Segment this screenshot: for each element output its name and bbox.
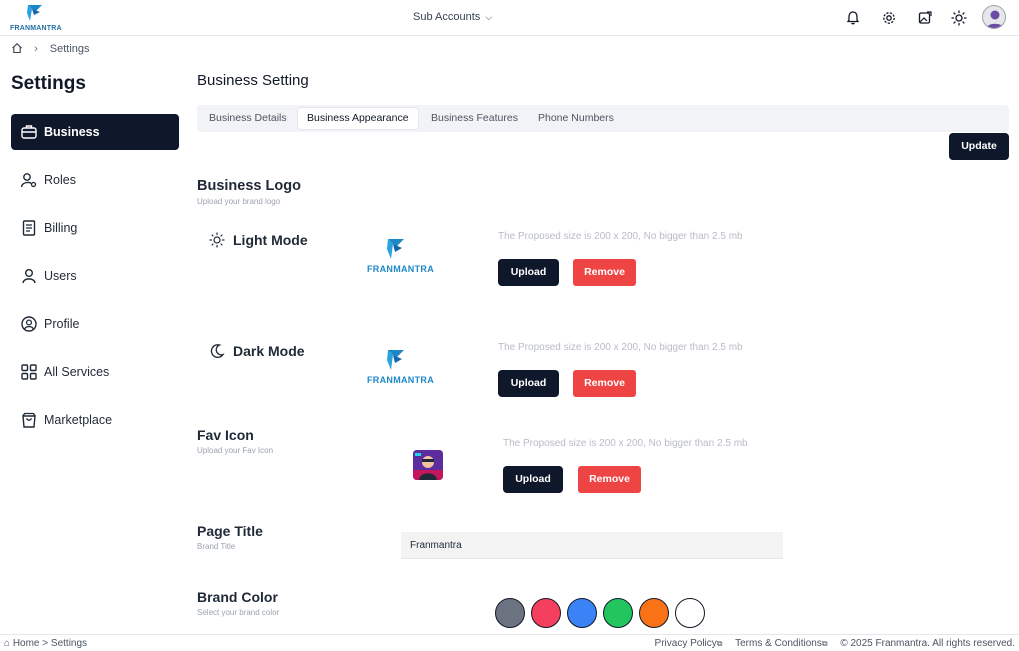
footer: ⌂ Home > Settings Privacy Policy⧉ Terms … [0, 634, 1019, 651]
page-title-subtitle: Brand Title [197, 542, 236, 551]
footer-links: Privacy Policy⧉ Terms & Conditions⧉ © 20… [655, 638, 1015, 649]
sidebar-item-users[interactable]: Users [11, 258, 179, 294]
external-link-icon: ⧉ [716, 639, 723, 648]
fav-avatar-icon [413, 450, 443, 480]
light-logo-upload-button[interactable]: Upload [498, 259, 559, 286]
chevron-down-icon: ⌵ [485, 12, 493, 22]
user-gear-icon [20, 173, 37, 188]
fav-icon-remove-button[interactable]: Remove [578, 466, 641, 493]
light-logo-remove-button[interactable]: Remove [573, 259, 636, 286]
moon-icon [210, 344, 225, 358]
gear-icon[interactable] [881, 10, 897, 26]
sidebar-item-label: Business [44, 125, 100, 139]
fav-icon-hint: The Proposed size is 200 x 200, No bigge… [503, 438, 748, 449]
tab-business-appearance[interactable]: Business Appearance [298, 108, 418, 129]
sidebar-item-label: Profile [44, 317, 80, 331]
color-swatch-gray[interactable] [495, 598, 525, 628]
sidebar-item-label: All Services [44, 365, 110, 379]
sidebar-title: Settings [11, 73, 86, 94]
fav-icon-subtitle: Upload your Fav Icon [197, 446, 274, 455]
tab-phone-numbers[interactable]: Phone Numbers [529, 108, 623, 129]
footer-current: Settings [50, 638, 88, 649]
breadcrumb: › Settings [11, 42, 90, 55]
sidebar-item-label: Roles [44, 173, 76, 187]
dark-logo-hint: The Proposed size is 200 x 200, No bigge… [498, 342, 743, 353]
sub-accounts-label: Sub Accounts [413, 11, 481, 23]
business-logo-subtitle: Upload your brand logo [197, 197, 281, 206]
light-mode-label: Light Mode [233, 232, 308, 248]
sun-icon [209, 232, 225, 248]
footer-breadcrumb: ⌂ Home > Settings [4, 638, 87, 649]
home-icon[interactable] [11, 42, 23, 54]
briefcase-icon [21, 125, 37, 139]
brand-color-subtitle: Select your brand color [197, 608, 280, 617]
image-edit-icon[interactable] [917, 10, 933, 26]
privacy-policy-link[interactable]: Privacy Policy⧉ [655, 638, 723, 649]
dark-mode-logo-preview: FRANMANTRA [367, 348, 437, 388]
top-bar: FRANMANTRA Sub Accounts ⌵ [0, 0, 1019, 36]
avatar[interactable] [982, 5, 1006, 29]
sub-accounts-dropdown[interactable]: Sub Accounts ⌵ [413, 11, 492, 23]
footer-home-link[interactable]: ⌂ Home [4, 638, 40, 649]
copyright-text: © 2025 Franmantra. All rights reserved. [840, 638, 1015, 649]
brand-color-title: Brand Color [197, 589, 278, 605]
dark-mode-label: Dark Mode [233, 343, 305, 359]
sun-icon[interactable] [951, 10, 967, 26]
page-title-heading: Page Title [197, 523, 263, 539]
tab-business-details[interactable]: Business Details [200, 108, 296, 129]
sidebar-item-profile[interactable]: Profile [11, 306, 179, 342]
light-logo-hint: The Proposed size is 200 x 200, No bigge… [498, 231, 743, 242]
user-avatar-icon [986, 10, 1004, 28]
dark-logo-remove-button[interactable]: Remove [573, 370, 636, 397]
bell-icon[interactable] [845, 10, 861, 26]
sidebar-item-business[interactable]: Business [11, 114, 179, 150]
fav-icon-title: Fav Icon [197, 427, 254, 443]
color-swatch-white[interactable] [675, 598, 705, 628]
sidebar-item-billing[interactable]: Billing [11, 210, 179, 246]
receipt-icon [22, 220, 36, 236]
page-title-input[interactable] [401, 532, 783, 559]
logo-preview-text: FRANMANTRA [367, 375, 434, 385]
sidebar-item-label: Users [44, 269, 77, 283]
page-heading: Business Setting [197, 72, 309, 89]
logo-mark-icon [27, 5, 42, 21]
grid-icon [21, 364, 37, 380]
sidebar-item-all-services[interactable]: All Services [11, 354, 179, 390]
user-circle-icon [21, 316, 37, 332]
privacy-policy-label: Privacy Policy [654, 638, 717, 649]
logo-mark-icon [387, 239, 404, 259]
sidebar-item-label: Marketplace [44, 413, 113, 427]
breadcrumb-separator: › [34, 43, 38, 55]
breadcrumb-current: Settings [49, 43, 90, 55]
shopping-bag-icon [22, 412, 36, 428]
logo-mark-icon [387, 350, 404, 370]
business-logo-title: Business Logo [197, 178, 301, 194]
settings-tabs: Business Details Business Appearance Bus… [197, 105, 1009, 132]
color-swatch-pink[interactable] [531, 598, 561, 628]
color-swatch-green[interactable] [603, 598, 633, 628]
terms-label: Terms & Conditions [735, 638, 822, 649]
fav-icon-preview [413, 450, 443, 480]
color-swatch-blue[interactable] [567, 598, 597, 628]
footer-breadcrumb-separator: > [42, 638, 51, 649]
external-link-icon: ⧉ [821, 639, 828, 648]
sidebar-item-label: Billing [44, 221, 78, 235]
fav-icon-upload-button[interactable]: Upload [503, 466, 563, 493]
user-icon [22, 269, 36, 284]
logo-text: FRANMANTRA [10, 25, 62, 32]
tab-business-features[interactable]: Business Features [422, 108, 527, 129]
franmantra-logo[interactable]: FRANMANTRA [10, 3, 66, 33]
terms-link[interactable]: Terms & Conditions⧉ [735, 638, 827, 649]
dark-logo-upload-button[interactable]: Upload [498, 370, 559, 397]
update-button[interactable]: Update [949, 133, 1009, 160]
sidebar-item-marketplace[interactable]: Marketplace [11, 402, 179, 438]
color-swatch-orange[interactable] [639, 598, 669, 628]
light-mode-logo-preview: FRANMANTRA [367, 237, 437, 277]
logo-preview-text: FRANMANTRA [367, 264, 434, 274]
sidebar-item-roles[interactable]: Roles [11, 162, 179, 198]
